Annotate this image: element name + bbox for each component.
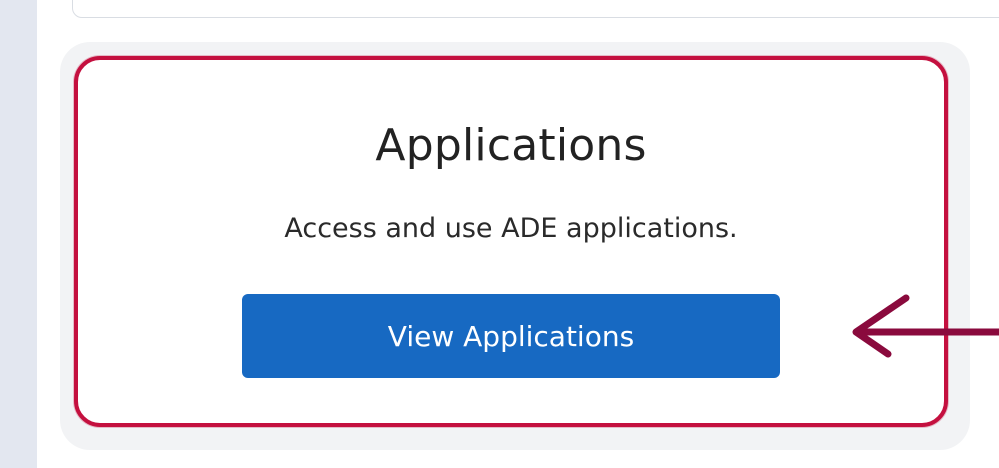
previous-card-edge	[72, 0, 999, 18]
card-title: Applications	[375, 120, 647, 171]
applications-card: Applications Access and use ADE applicat…	[74, 56, 948, 427]
arrow-left-icon	[852, 294, 999, 358]
card-description: Access and use ADE applications.	[284, 213, 738, 244]
view-applications-button[interactable]: View Applications	[242, 294, 780, 378]
